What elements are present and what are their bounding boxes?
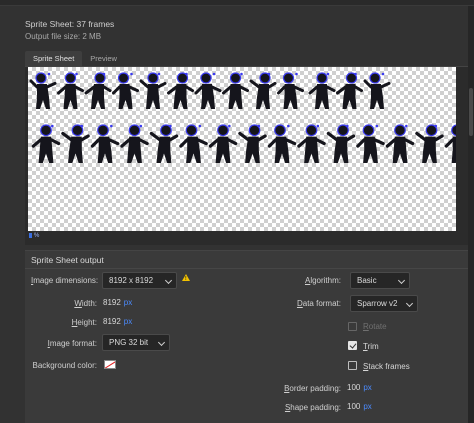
sprite-frame [90,124,120,163]
sprite-frame [356,124,385,163]
sprite-frame [149,124,179,163]
section-divider [25,268,468,269]
sprite-frame [336,72,363,109]
sprite-frame [363,72,391,109]
section-title: Sprite Sheet output [31,255,104,265]
chevron-down-icon [405,299,414,308]
sprite-frame [238,124,267,163]
rotate-checkbox[interactable] [348,322,357,331]
shape-padding-value[interactable]: 100 px [347,402,372,411]
algorithm-label: Algorithm: [304,276,341,285]
shape-padding-label: Shape padding: [284,403,341,412]
sprite-frame [112,72,139,109]
sprite-frame [415,124,444,163]
stack-frames-label: Stack frames [363,362,410,371]
chevron-down-icon [397,276,406,285]
height-value[interactable]: 8192 px [103,317,132,326]
image-dimensions-select[interactable]: 8192 x 8192 [102,272,177,289]
tab-bar: Sprite Sheet Preview [25,51,125,66]
height-label: Height: [71,318,97,327]
trim-checkbox[interactable] [348,341,357,350]
sprite-frame [29,72,57,109]
image-format-label: Image format: [47,339,97,348]
stack-frames-checkbox[interactable] [348,361,357,370]
sprite-sheet-title: Sprite Sheet: 37 frames [25,19,115,29]
sprite-sheet-output-section: Sprite Sheet output Image dimensions: 81… [25,250,468,423]
border-padding-label: Border padding: [284,384,341,393]
sprite-frame [385,124,415,163]
sprite-frame [297,124,326,163]
sprite-frame [326,124,356,163]
output-file-size: Output file size: 2 MB [25,32,102,41]
data-format-label: Data format: [296,299,341,308]
tab-sprite-sheet[interactable]: Sprite Sheet [25,51,83,66]
width-label: Width: [74,299,97,308]
sprite-frame [31,124,61,163]
vertical-scrollbar[interactable] [468,6,474,423]
border-padding-value[interactable]: 100 px [347,383,372,392]
sprite-frame [139,72,167,109]
sprite-frame [61,124,90,163]
image-format-select[interactable]: PNG 32 bit [102,334,170,351]
zoom-icon [29,233,32,238]
sprite-frames [29,72,456,163]
data-format-select[interactable]: Sparrow v2 [350,295,418,312]
algorithm-select[interactable]: Basic [350,272,410,289]
transparency-checkerboard [28,67,456,231]
sprite-frame [444,124,456,163]
sprite-frame [57,72,84,109]
tab-preview[interactable]: Preview [82,51,125,66]
sprite-frame [277,72,304,109]
sprite-frame [179,124,208,163]
sprite-frame [308,72,336,109]
background-color-swatch[interactable] [104,360,116,369]
trim-label: Trim [363,342,379,351]
chevron-down-icon [164,276,173,285]
sprite-frame [167,72,194,109]
sprite-frame [222,72,249,109]
rotate-label: Rotate [363,322,387,331]
sprite-frame [194,72,222,109]
image-dimensions-label: Image dimensions: [31,276,99,285]
sprite-preview-panel: % [25,67,468,245]
window-top-edge [0,0,474,6]
sprite-frame [267,124,297,163]
zoom-indicator[interactable]: % [29,233,39,239]
sprite-frame [120,124,149,163]
chevron-down-icon [157,338,166,347]
sprite-frame [249,72,277,109]
background-color-label: Background color: [32,361,97,370]
scrollbar-thumb[interactable] [469,88,473,136]
sprite-frame [84,72,112,109]
width-value[interactable]: 8192 px [103,298,132,307]
sprite-frame [208,124,238,163]
